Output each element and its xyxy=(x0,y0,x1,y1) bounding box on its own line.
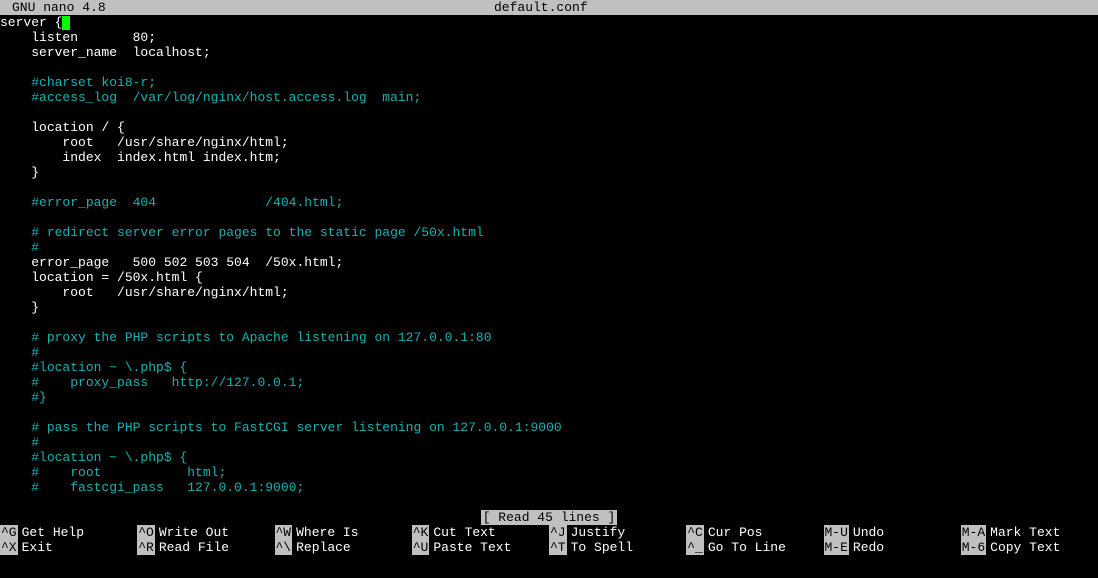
code-line[interactable]: #charset koi8-r; xyxy=(0,75,1098,90)
code-line[interactable]: server_name localhost; xyxy=(0,45,1098,60)
code-line[interactable]: } xyxy=(0,300,1098,315)
shortcut-key: ^G xyxy=(0,525,18,540)
code-line[interactable] xyxy=(0,315,1098,330)
shortcut-bar: ^GGet Help^OWrite Out^WWhere Is^KCut Tex… xyxy=(0,525,1098,555)
shortcut-item[interactable]: M-6 Copy Text xyxy=(961,540,1098,555)
code-line[interactable]: # proxy_pass http://127.0.0.1; xyxy=(0,375,1098,390)
shortcut-key: M-A xyxy=(961,525,986,540)
code-line[interactable] xyxy=(0,210,1098,225)
shortcut-label: Copy Text xyxy=(990,540,1060,555)
code-line[interactable]: server { xyxy=(0,15,1098,30)
shortcut-key: ^_ xyxy=(686,540,704,555)
shortcut-item[interactable]: M-E Redo xyxy=(824,540,961,555)
shortcut-item[interactable]: ^KCut Text xyxy=(412,525,549,540)
shortcut-item[interactable]: ^\Replace xyxy=(275,540,412,555)
shortcut-label: Justify xyxy=(571,525,626,540)
shortcut-key: ^O xyxy=(137,525,155,540)
shortcut-item[interactable]: ^X Exit xyxy=(0,540,137,555)
code-line[interactable]: listen 80; xyxy=(0,30,1098,45)
shortcut-item[interactable]: M-U Undo xyxy=(824,525,961,540)
shortcut-label: Get Help xyxy=(22,525,84,540)
shortcut-label: Redo xyxy=(853,540,884,555)
shortcut-item[interactable]: ^J Justify xyxy=(549,525,686,540)
shortcut-label: Cut Text xyxy=(433,525,495,540)
titlebar: GNU nano 4.8 default.conf xyxy=(0,0,1098,15)
code-line[interactable]: root /usr/share/nginx/html; xyxy=(0,285,1098,300)
shortcut-key: M-U xyxy=(824,525,849,540)
code-line[interactable]: #access_log /var/log/nginx/host.access.l… xyxy=(0,90,1098,105)
code-line[interactable]: # xyxy=(0,240,1098,255)
shortcut-label: Undo xyxy=(853,525,884,540)
code-line[interactable]: location = /50x.html { xyxy=(0,270,1098,285)
status-bar: [ Read 45 lines ] xyxy=(0,510,1098,525)
code-line[interactable]: # root html; xyxy=(0,465,1098,480)
shortcut-label: Mark Text xyxy=(990,525,1060,540)
shortcut-item[interactable]: ^G Get Help xyxy=(0,525,137,540)
shortcut-label: Read File xyxy=(159,540,229,555)
shortcut-key: ^W xyxy=(275,525,293,540)
code-line[interactable]: index index.html index.htm; xyxy=(0,150,1098,165)
shortcut-label: To Spell xyxy=(571,540,633,555)
shortcut-label: Paste Text xyxy=(433,540,511,555)
shortcut-label: Cur Pos xyxy=(708,525,763,540)
code-line[interactable] xyxy=(0,105,1098,120)
shortcut-item[interactable]: ^_ Go To Line xyxy=(686,540,823,555)
code-line[interactable]: root /usr/share/nginx/html; xyxy=(0,135,1098,150)
shortcut-item[interactable]: M-A Mark Text xyxy=(961,525,1098,540)
code-line[interactable]: location / { xyxy=(0,120,1098,135)
shortcut-item[interactable]: ^R Read File xyxy=(137,540,274,555)
code-line[interactable]: #error_page 404 /404.html; xyxy=(0,195,1098,210)
code-line[interactable]: #location ~ \.php$ { xyxy=(0,450,1098,465)
filename: default.conf xyxy=(106,0,976,15)
code-line[interactable] xyxy=(0,60,1098,75)
shortcut-label: Replace xyxy=(296,540,351,555)
cursor xyxy=(62,16,70,30)
shortcut-key: ^T xyxy=(549,540,567,555)
code-line[interactable]: # xyxy=(0,345,1098,360)
code-line[interactable]: # proxy the PHP scripts to Apache listen… xyxy=(0,330,1098,345)
shortcut-label: Go To Line xyxy=(708,540,786,555)
shortcut-key: ^R xyxy=(137,540,155,555)
shortcut-item[interactable]: ^O Write Out xyxy=(137,525,274,540)
code-line[interactable]: #} xyxy=(0,390,1098,405)
code-line[interactable] xyxy=(0,180,1098,195)
code-line[interactable]: # xyxy=(0,435,1098,450)
code-line[interactable] xyxy=(0,405,1098,420)
shortcut-key: ^J xyxy=(549,525,567,540)
shortcut-item[interactable]: ^UPaste Text xyxy=(412,540,549,555)
shortcut-item[interactable]: ^WWhere Is xyxy=(275,525,412,540)
shortcut-item[interactable]: ^C Cur Pos xyxy=(686,525,823,540)
editor-area[interactable]: server { listen 80; server_name localhos… xyxy=(0,15,1098,495)
code-line[interactable]: error_page 500 502 503 504 /50x.html; xyxy=(0,255,1098,270)
app-name: GNU nano 4.8 xyxy=(2,0,106,15)
shortcut-item[interactable]: ^T To Spell xyxy=(549,540,686,555)
status-message: [ Read 45 lines ] xyxy=(481,510,618,525)
shortcut-label: Exit xyxy=(22,540,53,555)
code-line[interactable]: # redirect server error pages to the sta… xyxy=(0,225,1098,240)
shortcut-label: Where Is xyxy=(296,525,358,540)
code-line[interactable]: # fastcgi_pass 127.0.0.1:9000; xyxy=(0,480,1098,495)
code-line[interactable]: # pass the PHP scripts to FastCGI server… xyxy=(0,420,1098,435)
code-line[interactable]: #location ~ \.php$ { xyxy=(0,360,1098,375)
shortcut-key: ^U xyxy=(412,540,430,555)
shortcut-key: M-6 xyxy=(961,540,986,555)
shortcut-key: ^X xyxy=(0,540,18,555)
code-line[interactable]: } xyxy=(0,165,1098,180)
shortcut-key: M-E xyxy=(824,540,849,555)
shortcut-key: ^\ xyxy=(275,540,293,555)
shortcut-key: ^C xyxy=(686,525,704,540)
shortcut-label: Write Out xyxy=(159,525,229,540)
shortcut-key: ^K xyxy=(412,525,430,540)
